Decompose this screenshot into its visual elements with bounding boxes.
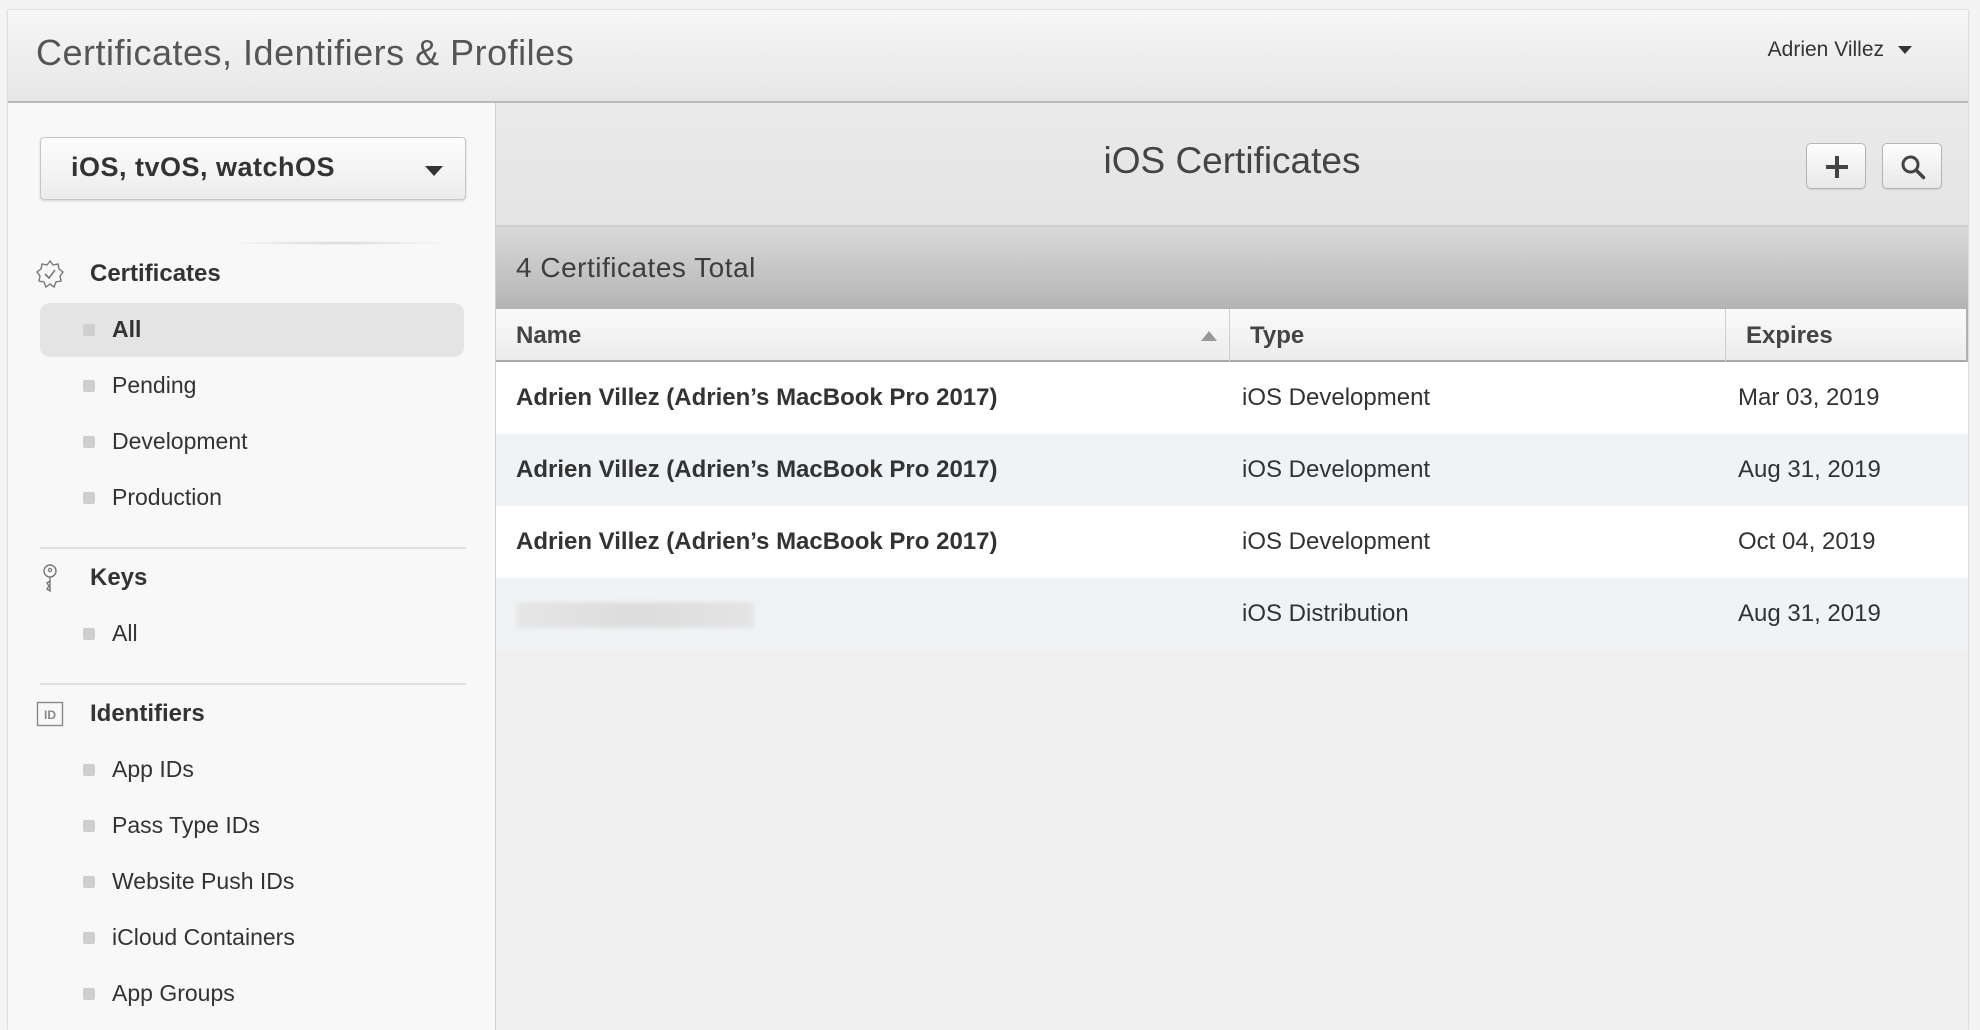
search-button[interactable] bbox=[1882, 143, 1942, 189]
sidebar-item-certificates-pending[interactable]: Pending bbox=[40, 359, 464, 413]
bullet-icon bbox=[83, 492, 95, 504]
app-window: Certificates, Identifiers & Profiles Adr… bbox=[8, 10, 1968, 1030]
search-icon bbox=[1901, 155, 1926, 180]
sidebar-item-app-ids[interactable]: App IDs bbox=[40, 743, 464, 797]
sidebar-item-label: Development bbox=[112, 428, 248, 454]
bullet-icon bbox=[83, 628, 95, 640]
sidebar-item-label: App Groups bbox=[112, 980, 235, 1006]
bullet-icon bbox=[83, 988, 95, 1000]
sidebar-item-certificates-all[interactable]: All bbox=[40, 303, 464, 357]
summary-bar: 4 Certificates Total bbox=[496, 227, 1968, 309]
certificate-badge-icon bbox=[36, 259, 64, 289]
table-row[interactable]: Adrien Villez (Adrien’s MacBook Pro 2017… bbox=[496, 362, 1968, 434]
sidebar-item-label: iCloud Containers bbox=[112, 924, 295, 950]
user-name: Adrien Villez bbox=[1767, 38, 1884, 61]
certificate-count: 4 Certificates Total bbox=[516, 252, 756, 283]
bullet-icon bbox=[83, 436, 95, 448]
column-header-label: Type bbox=[1250, 322, 1305, 349]
platform-select[interactable]: iOS, tvOS, watchOS bbox=[40, 137, 466, 200]
bullet-icon bbox=[83, 876, 95, 888]
cell-type: iOS Development bbox=[1242, 456, 1431, 483]
cell-type: iOS Development bbox=[1242, 384, 1431, 411]
table-row[interactable]: Adrien Villez (Adrien’s MacBook Pro 2017… bbox=[496, 506, 1968, 578]
cell-name: Adrien Villez (Adrien’s MacBook Pro 2017… bbox=[516, 384, 998, 411]
column-header-name[interactable]: Name bbox=[496, 309, 1230, 362]
cell-type: iOS Development bbox=[1242, 528, 1431, 555]
sidebar-item-label: Pending bbox=[112, 372, 197, 398]
section-title: Certificates bbox=[90, 260, 221, 287]
cell-name: Adrien Villez (Adrien’s MacBook Pro 2017… bbox=[516, 528, 998, 555]
bullet-icon bbox=[83, 820, 95, 832]
sidebar: iOS, tvOS, watchOS Certificates All Pend… bbox=[8, 103, 496, 1030]
divider-shadow bbox=[223, 241, 453, 245]
certificates-table: Name Type Expires Adrien Villez (Adrien’… bbox=[496, 309, 1968, 650]
add-button[interactable] bbox=[1806, 143, 1866, 189]
sidebar-item-label: All bbox=[112, 316, 142, 342]
sidebar-item-pass-type-ids[interactable]: Pass Type IDs bbox=[40, 799, 464, 853]
cell-expires: Mar 03, 2019 bbox=[1738, 384, 1880, 411]
column-header-label: Expires bbox=[1746, 322, 1833, 349]
user-menu[interactable]: Adrien Villez bbox=[1768, 38, 1912, 62]
bullet-icon bbox=[83, 764, 95, 776]
main-header: iOS Certificates bbox=[496, 103, 1968, 227]
top-bar: Certificates, Identifiers & Profiles Adr… bbox=[8, 10, 1968, 103]
cell-expires: Oct 04, 2019 bbox=[1738, 528, 1876, 555]
sidebar-item-label: Production bbox=[112, 484, 222, 510]
table-row[interactable]: Adrien Villez (Adrien’s MacBook Pro 2017… bbox=[496, 434, 1968, 506]
plus-icon bbox=[1826, 156, 1848, 178]
key-icon bbox=[43, 564, 57, 593]
id-icon: ID bbox=[36, 701, 64, 727]
sidebar-item-icloud-containers[interactable]: iCloud Containers bbox=[40, 911, 464, 965]
divider bbox=[40, 547, 466, 549]
sort-ascending-icon bbox=[1201, 331, 1217, 341]
section-title: Identifiers bbox=[90, 700, 205, 727]
app-title: Certificates, Identifiers & Profiles bbox=[36, 32, 575, 73]
platform-select-label: iOS, tvOS, watchOS bbox=[71, 152, 336, 182]
column-header-type[interactable]: Type bbox=[1230, 309, 1726, 362]
table-row[interactable]: iOS Distribution Aug 31, 2019 bbox=[496, 578, 1968, 650]
cell-expires: Aug 31, 2019 bbox=[1738, 456, 1881, 483]
sidebar-item-label: Website Push IDs bbox=[112, 868, 295, 894]
bullet-icon bbox=[83, 324, 95, 336]
column-header-expires[interactable]: Expires bbox=[1726, 309, 1968, 362]
sidebar-item-app-groups[interactable]: App Groups bbox=[40, 967, 464, 1021]
sidebar-item-label: All bbox=[112, 620, 138, 646]
bullet-icon bbox=[83, 932, 95, 944]
table-header: Name Type Expires bbox=[496, 309, 1968, 362]
main-content: iOS Certificates 4 Certificates Total Na… bbox=[496, 103, 1968, 1030]
redacted-name bbox=[516, 602, 754, 628]
cell-name: Adrien Villez (Adrien’s MacBook Pro 2017… bbox=[516, 456, 998, 483]
sidebar-item-website-push-ids[interactable]: Website Push IDs bbox=[40, 855, 464, 909]
chevron-down-icon bbox=[425, 166, 443, 176]
cell-type: iOS Distribution bbox=[1242, 600, 1409, 627]
section-title: Keys bbox=[90, 564, 148, 591]
sidebar-item-certificates-production[interactable]: Production bbox=[40, 471, 464, 525]
sidebar-item-label: App IDs bbox=[112, 756, 194, 782]
chevron-down-icon bbox=[1898, 46, 1912, 55]
sidebar-item-certificates-development[interactable]: Development bbox=[40, 415, 464, 469]
sidebar-item-label: Pass Type IDs bbox=[112, 812, 260, 838]
column-header-label: Name bbox=[516, 322, 582, 349]
divider bbox=[40, 683, 466, 685]
page-title: iOS Certificates bbox=[1103, 140, 1361, 181]
sidebar-item-keys-all[interactable]: All bbox=[40, 607, 464, 661]
svg-text:ID: ID bbox=[44, 708, 56, 722]
bullet-icon bbox=[83, 380, 95, 392]
cell-expires: Aug 31, 2019 bbox=[1738, 600, 1881, 627]
